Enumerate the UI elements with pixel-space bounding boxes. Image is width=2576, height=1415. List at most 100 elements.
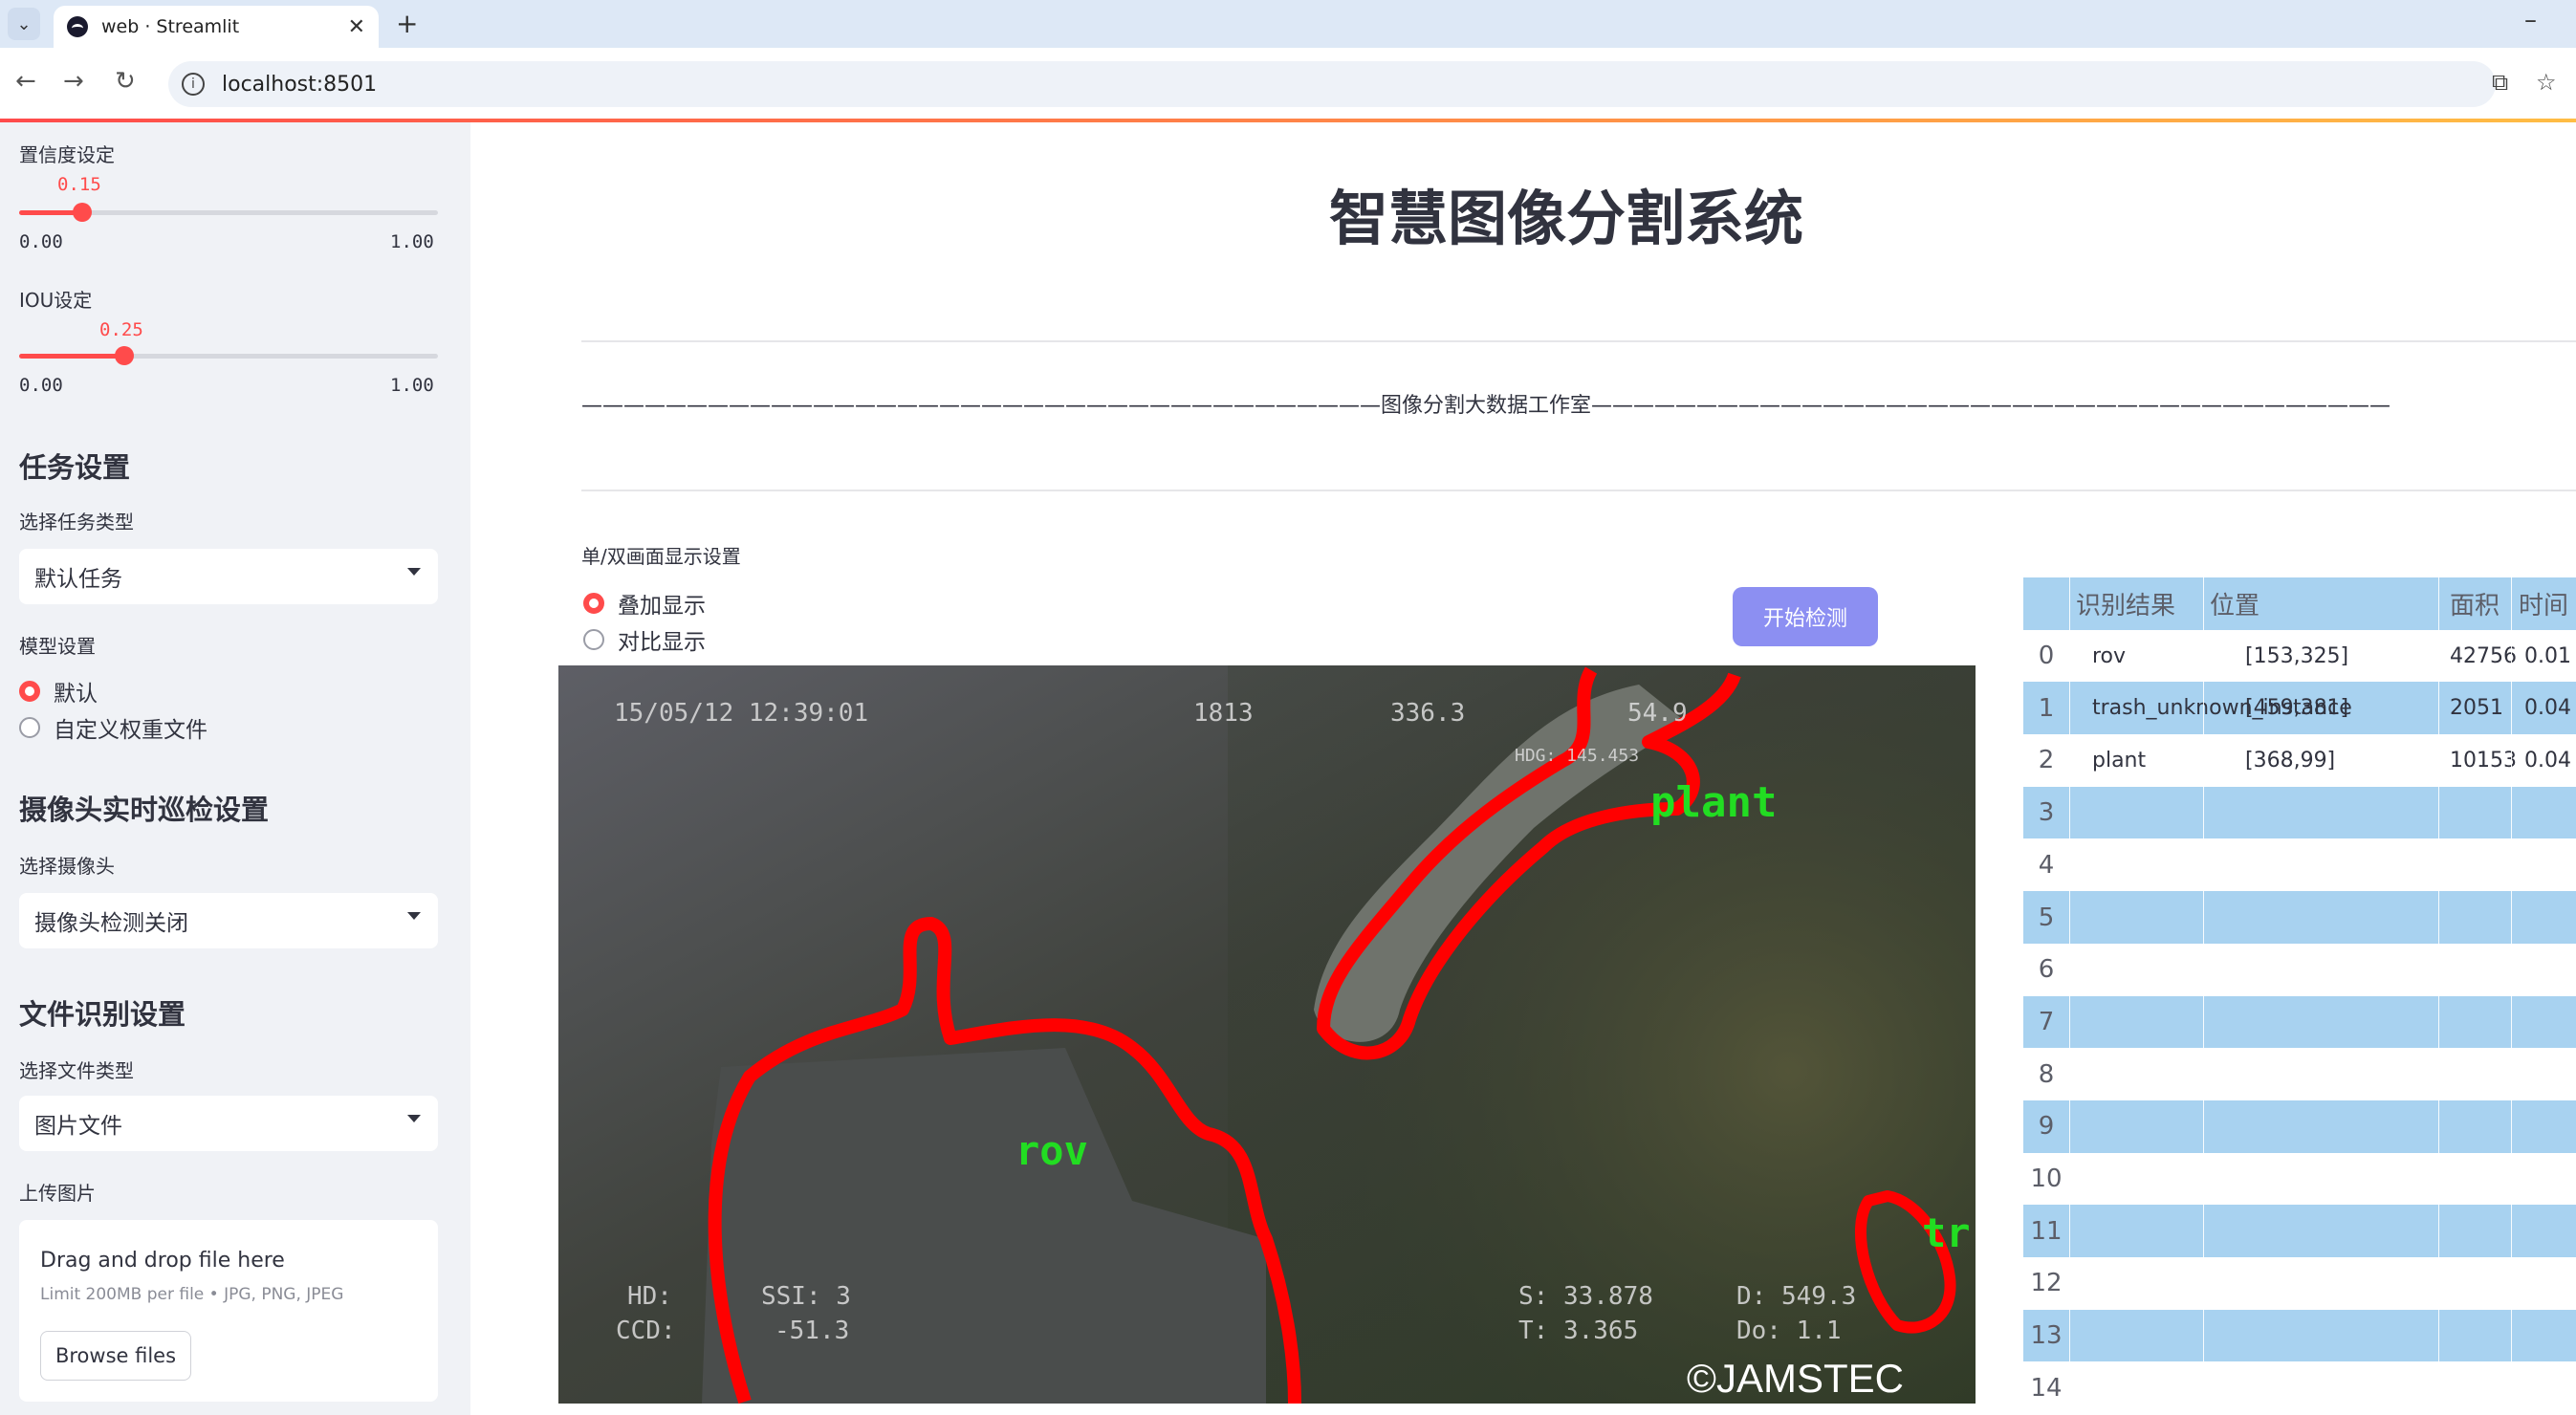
column-divider [2438,943,2439,996]
iou-slider[interactable] [19,346,438,365]
cell-result: plant [2092,748,2147,773]
bookmark-star-icon[interactable]: ☆ [2536,69,2557,96]
browser-tab[interactable]: web · Streamlit ✕ [54,6,379,48]
column-header-position[interactable]: 位置 [2210,577,2259,630]
start-detection-button[interactable]: 开始检测 [1733,587,1878,646]
task-settings-heading: 任务设置 [19,451,131,484]
row-index: 12 [2030,1269,2063,1298]
display-option-compare[interactable]: 对比显示 [583,623,706,656]
hud-do: Do: 1.1 [1736,1317,1842,1345]
back-arrow-icon[interactable]: ← [15,67,36,96]
cell-area: 42756 [2450,643,2517,668]
column-divider [2069,891,2070,944]
tab-list-chevron-icon[interactable]: ⌄ [8,8,40,40]
display-option-overlay[interactable]: 叠加显示 [583,587,706,620]
table-row[interactable]: 11 [2023,1205,2576,1258]
column-divider [2438,577,2439,630]
column-divider [2511,786,2512,839]
row-index: 14 [2030,1373,2063,1403]
close-tab-icon[interactable]: ✕ [348,15,365,39]
task-type-label: 选择任务类型 [19,511,134,533]
table-row[interactable]: 9 [2023,1100,2576,1153]
table-row[interactable]: 8 [2023,1048,2576,1100]
radio-selected-icon[interactable] [19,681,40,702]
row-index: 2 [2038,746,2055,775]
column-divider [2438,682,2439,735]
task-type-select[interactable]: 默认任务 [19,549,438,604]
column-divider [2511,1309,2512,1362]
new-tab-plus-icon[interactable]: + [396,8,418,39]
column-divider [2203,786,2204,839]
confidence-label: 置信度设定 [19,143,115,166]
table-row[interactable]: 4 [2023,838,2576,892]
hud-ccd-value: -51.3 [775,1317,849,1345]
file-type-label: 选择文件类型 [19,1059,134,1082]
cell-time: 0.04 [2524,748,2571,773]
row-index: 7 [2038,1007,2055,1036]
column-divider [2511,1205,2512,1258]
upload-label: 上传图片 [19,1182,96,1205]
browser-addressbar: ← → ↻ i localhost:8501 ⧉ ☆ [0,48,2576,120]
column-divider [2203,682,2204,735]
camera-select-label: 选择摄像头 [19,855,115,878]
radio-unselected-icon[interactable] [583,629,604,650]
url-field[interactable]: i localhost:8501 [168,61,2496,107]
column-divider [2069,786,2070,839]
table-row[interactable]: 13 [2023,1309,2576,1362]
column-divider [2438,1257,2439,1310]
table-row[interactable]: 7 [2023,995,2576,1049]
file-uploader-dropzone[interactable]: Drag and drop file here Limit 200MB per … [19,1220,438,1402]
column-divider [2511,891,2512,944]
file-type-select[interactable]: 图片文件 [19,1096,438,1151]
table-row[interactable]: 1 trash_unknown_instance [459,381] 2051 0.04 [2023,682,2576,735]
column-divider [2438,1152,2439,1206]
forward-arrow-icon[interactable]: → [63,67,84,96]
reload-icon[interactable]: ↻ [115,67,136,96]
column-header-result[interactable]: 识别结果 [2076,577,2175,630]
table-row[interactable]: 10 [2023,1152,2576,1206]
segmentation-overlay: plant rov tr 15/05/12 12:39:01 1813 336.… [558,665,1976,1404]
iou-slider-thumb[interactable] [114,346,134,365]
model-option-default[interactable]: 默认 [19,675,98,708]
column-divider [2511,1100,2512,1153]
model-option-default-label: 默认 [54,682,98,707]
model-option-custom[interactable]: 自定义权重文件 [19,711,207,744]
table-row[interactable]: 3 [2023,786,2576,839]
minimize-window-icon[interactable]: – [2524,6,2537,34]
browse-files-button[interactable]: Browse files [40,1331,191,1381]
rov-label: rov [1015,1127,1088,1174]
column-divider [2069,629,2070,683]
hud-salinity: S: 33.878 [1518,1282,1653,1311]
hud-hdg: HDG: 145.453 [1515,746,1639,766]
column-header-time[interactable]: 时间 [2519,577,2568,630]
column-divider [2511,1257,2512,1310]
iou-label: IOU设定 [19,289,93,312]
table-row[interactable]: 5 [2023,891,2576,944]
column-divider [2511,682,2512,735]
camera-select[interactable]: 摄像头检测关闭 [19,893,438,948]
table-row[interactable]: 2 plant [368,99] 10153 0.04 [2023,734,2576,787]
confidence-slider-thumb[interactable] [72,203,92,222]
translate-icon[interactable]: ⧉ [2492,69,2508,96]
radio-selected-icon[interactable] [583,593,604,614]
table-row[interactable]: 0 rov [153,325] 42756 0.01 [2023,629,2576,683]
detection-result-image: plant rov tr 15/05/12 12:39:01 1813 336.… [558,665,1976,1404]
column-divider [2438,891,2439,944]
column-divider [2203,943,2204,996]
table-row[interactable]: 6 [2023,943,2576,996]
column-header-area[interactable]: 面积 [2450,577,2500,630]
streamlit-favicon-icon [67,16,88,37]
column-divider [2203,734,2204,787]
column-divider [2438,1361,2439,1415]
confidence-slider[interactable] [19,203,438,222]
url-text: localhost:8501 [222,72,378,97]
radio-unselected-icon[interactable] [19,717,40,738]
cell-position: [459,381] [2245,696,2349,721]
table-row[interactable]: 14 [2023,1361,2576,1415]
iou-min: 0.00 [19,375,63,396]
hud-timestamp: 15/05/12 12:39:01 [614,699,868,728]
table-row[interactable]: 12 [2023,1257,2576,1310]
jamstec-watermark: ©JAMSTEC [1687,1356,1904,1401]
column-divider [2203,838,2204,892]
site-info-icon[interactable]: i [182,73,205,96]
